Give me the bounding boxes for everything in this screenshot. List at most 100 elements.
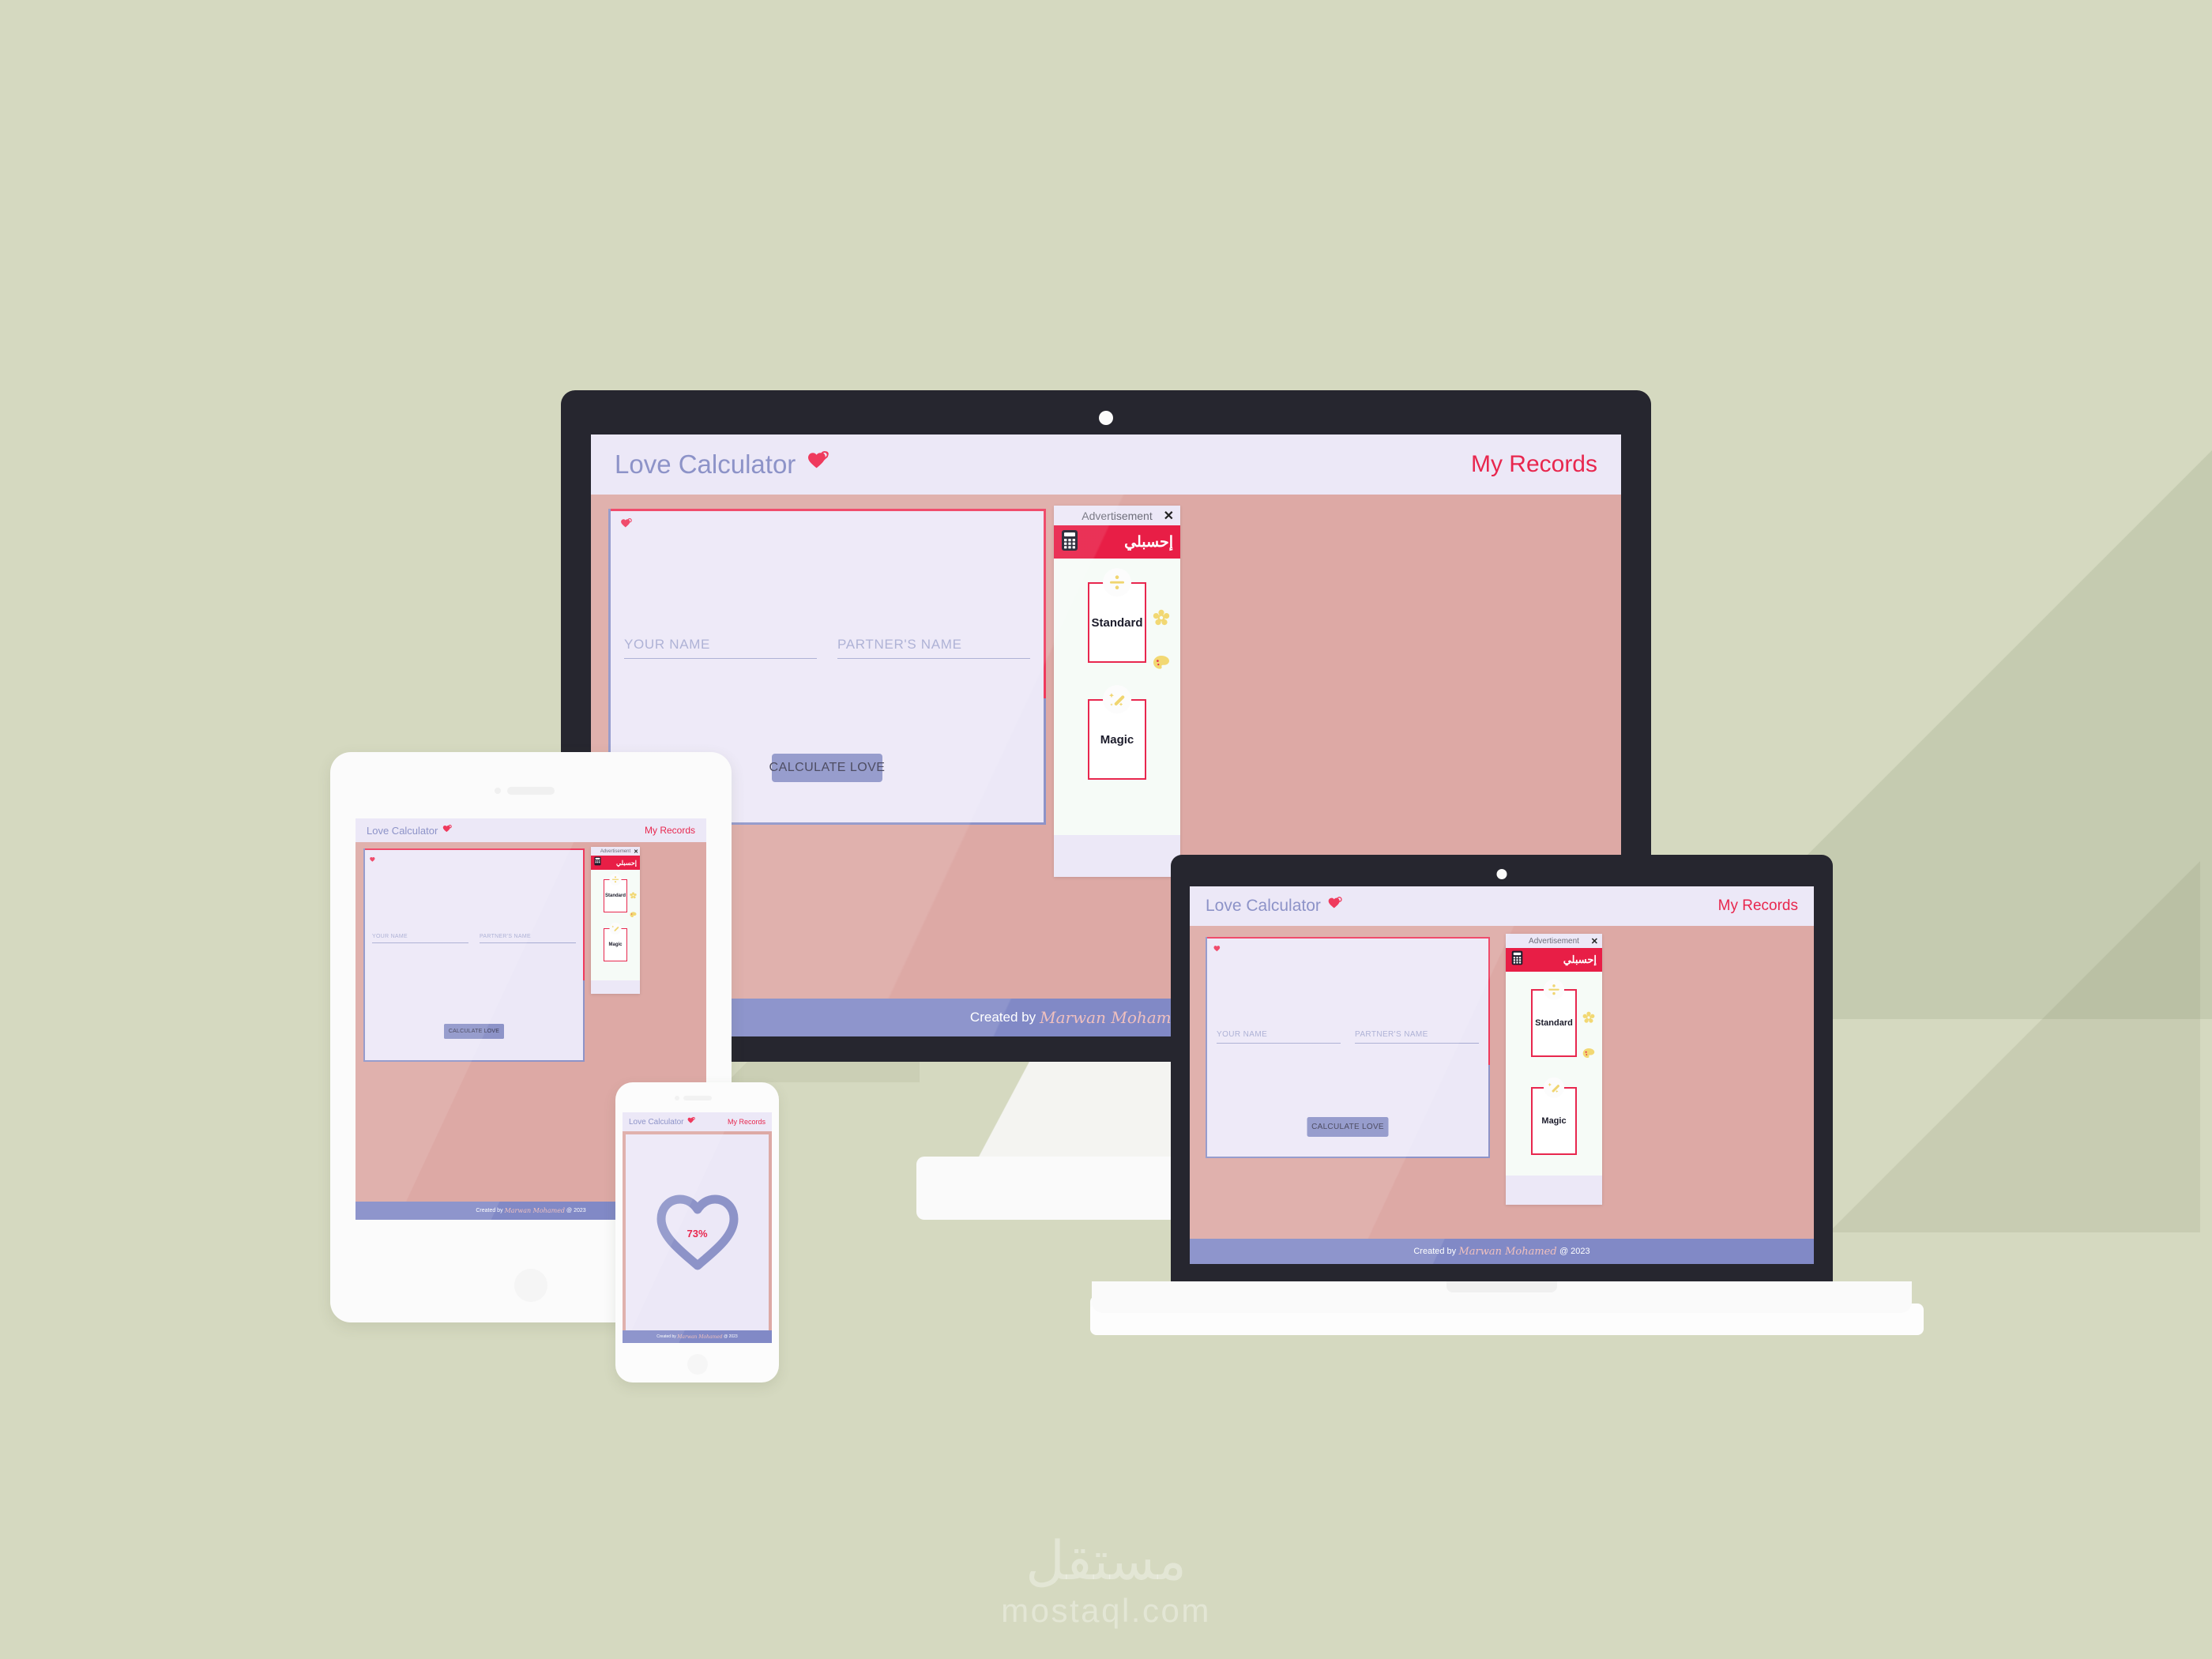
advertisement-header: Advertisement ✕ <box>591 847 640 856</box>
flower-icon <box>1582 1011 1595 1028</box>
division-sign-icon <box>1544 979 1564 1000</box>
watermark-arabic: مستقل <box>1025 1530 1187 1591</box>
laptop-notch <box>1446 1281 1557 1292</box>
footer-prefix: Created by <box>1413 1247 1457 1256</box>
tablet-home-button[interactable] <box>514 1269 547 1302</box>
advertisement-content: Standard Magic <box>591 870 640 980</box>
advertisement-brand-name: إحسبلي <box>1124 533 1173 551</box>
footer-suffix: @ 2023 <box>724 1334 738 1339</box>
advertisement-card-magic[interactable]: Magic <box>604 922 627 961</box>
heart-outline-icon: 73% <box>653 1193 742 1272</box>
footer-suffix: @ 2023 <box>566 1208 586 1213</box>
advertisement-card-standard-label: Standard <box>604 893 626 898</box>
my-records-link[interactable]: My Records <box>645 825 695 836</box>
partner-name-field[interactable]: PARTNER'S NAME <box>480 934 576 943</box>
flower-icon <box>630 889 637 903</box>
app-title-text: Love Calculator <box>615 450 796 479</box>
partner-name-field[interactable]: PARTNER'S NAME <box>837 637 1030 659</box>
your-name-field[interactable]: YOUR NAME <box>1217 1030 1341 1044</box>
name-fields: YOUR NAME PARTNER'S NAME <box>1206 1030 1490 1044</box>
love-percentage: 73% <box>687 1228 708 1240</box>
partner-name-input[interactable] <box>480 942 576 943</box>
app-title-text: Love Calculator <box>367 824 438 837</box>
double-heart-icon <box>442 824 452 837</box>
advertisement-card-magic[interactable]: Magic <box>1531 1077 1577 1155</box>
flower-icon <box>1153 609 1170 630</box>
advertisement-card-standard[interactable]: Standard <box>1531 979 1577 1057</box>
advertisement-brand-bar: إحسبلي <box>1506 948 1602 972</box>
app-body: 73% <box>623 1131 772 1330</box>
calculate-love-button[interactable]: CALCULATE LOVE <box>444 1024 504 1039</box>
calculator-icon <box>594 856 601 870</box>
advertisement-title: Advertisement <box>600 848 631 854</box>
my-records-link[interactable]: My Records <box>728 1118 766 1126</box>
app-title: Love Calculator <box>367 824 452 837</box>
partner-name-field[interactable]: PARTNER'S NAME <box>1355 1030 1479 1044</box>
your-name-label: YOUR NAME <box>372 934 408 939</box>
advertisement-card-standard[interactable]: Standard <box>1088 568 1146 663</box>
name-fields: YOUR NAME PARTNER'S NAME <box>363 934 585 943</box>
magic-wand-icon <box>609 922 622 935</box>
partner-name-input[interactable] <box>837 658 1030 659</box>
laptop-screen: Love Calculator My Records YOUR NAME PAR… <box>1190 886 1814 1264</box>
advertisement-panel: Advertisement ✕ إحسبلي Standard Magic <box>1054 506 1180 877</box>
advertisement-brand-name: إحسبلي <box>1563 954 1597 965</box>
love-calculator-app-laptop: Love Calculator My Records YOUR NAME PAR… <box>1190 886 1814 1264</box>
your-name-input[interactable] <box>624 658 817 659</box>
app-title: Love Calculator <box>615 450 829 480</box>
double-heart-icon <box>805 450 829 480</box>
laptop-camera-icon <box>1496 869 1507 879</box>
phone-screen: Love Calculator My Records 73% Created b… <box>623 1112 772 1343</box>
close-icon[interactable]: ✕ <box>1591 936 1598 946</box>
phone-home-button[interactable] <box>687 1354 708 1375</box>
advertisement-panel: Advertisement ✕ إحسبلي Standard Magic <box>1506 934 1602 1205</box>
partner-name-label: PARTNER'S NAME <box>480 934 531 939</box>
watermark-latin: mostaql.com <box>1001 1591 1211 1629</box>
app-footer: Created by Marwan Mohamed @ 2023 <box>623 1330 772 1343</box>
calculate-love-button[interactable]: CALCULATE LOVE <box>1307 1117 1389 1137</box>
advertisement-footer-space <box>1506 1176 1602 1205</box>
footer-prefix: Created by <box>969 1010 1036 1025</box>
your-name-label: YOUR NAME <box>624 637 711 652</box>
advertisement-brand-name: إحسبلي <box>615 859 637 867</box>
watermark: مستقل mostaql.com <box>0 1525 2212 1643</box>
my-records-link[interactable]: My Records <box>1718 897 1798 915</box>
app-header: Love Calculator My Records <box>623 1112 772 1131</box>
close-icon[interactable]: ✕ <box>634 848 638 855</box>
division-sign-icon <box>609 873 622 886</box>
calculator-icon <box>1061 529 1078 555</box>
advertisement-card-standard[interactable]: Standard <box>604 873 627 912</box>
app-header: Love Calculator My Records <box>591 434 1621 495</box>
partner-name-label: PARTNER'S NAME <box>1355 1030 1428 1039</box>
my-records-link[interactable]: My Records <box>1471 451 1597 478</box>
app-title-text: Love Calculator <box>629 1117 684 1127</box>
your-name-input[interactable] <box>372 942 468 943</box>
advertisement-card-magic[interactable]: Magic <box>1088 685 1146 780</box>
footer-author: Marwan Mohamed <box>677 1334 723 1340</box>
palette-icon <box>630 908 637 922</box>
advertisement-card-standard-label: Standard <box>1535 1018 1573 1028</box>
partner-name-input[interactable] <box>1355 1043 1479 1044</box>
close-icon[interactable]: ✕ <box>1164 508 1174 524</box>
card-heart-icon <box>1213 943 1221 957</box>
magic-wand-icon <box>1544 1077 1564 1098</box>
advertisement-title: Advertisement <box>1082 509 1153 522</box>
app-footer: Created by Marwan Mohamed @ 2023 <box>1190 1239 1814 1264</box>
footer-suffix: @ 2023 <box>1559 1247 1590 1256</box>
tablet-speaker-icon <box>495 787 555 795</box>
app-header: Love Calculator My Records <box>356 818 706 842</box>
love-calculator-app-phone: Love Calculator My Records 73% Created b… <box>623 1112 772 1343</box>
your-name-field[interactable]: YOUR NAME <box>372 934 468 943</box>
your-name-field[interactable]: YOUR NAME <box>624 637 817 659</box>
double-heart-icon <box>687 1116 695 1127</box>
your-name-input[interactable] <box>1217 1043 1341 1044</box>
double-heart-icon <box>1326 896 1342 916</box>
advertisement-header: Advertisement ✕ <box>1506 934 1602 948</box>
advertisement-card-magic-label: Magic <box>1541 1116 1567 1126</box>
card-heart-icon <box>619 517 632 534</box>
device-smartphone: Love Calculator My Records 73% Created b… <box>615 1082 779 1382</box>
calculate-love-button[interactable]: CALCULATE LOVE <box>769 754 885 782</box>
footer-author: Marwan Mohamed <box>504 1207 566 1214</box>
footer-prefix: Created by <box>656 1334 676 1339</box>
app-header: Love Calculator My Records <box>1190 886 1814 926</box>
